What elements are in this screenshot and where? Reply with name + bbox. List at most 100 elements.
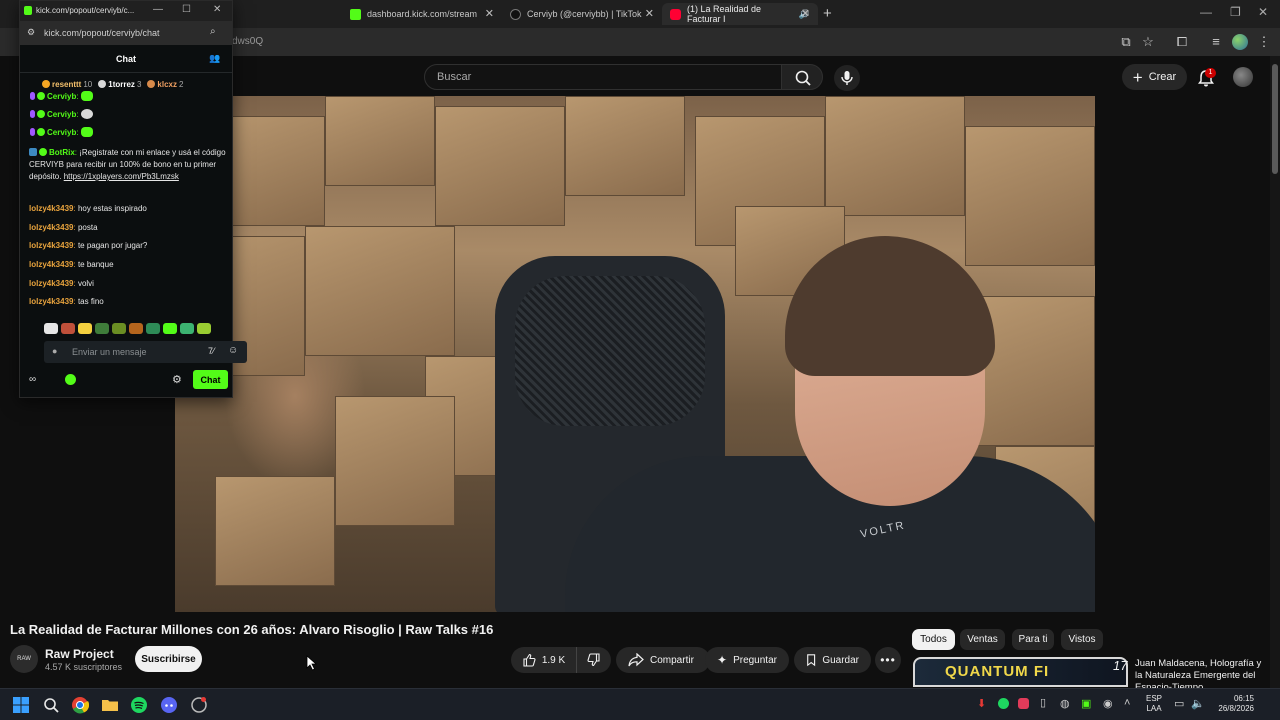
emote-shortcut-icon[interactable] (112, 322, 126, 334)
download-tray-icon[interactable]: ⬇ (977, 697, 986, 710)
chat-input-box[interactable]: ● Enviar un mensaje 7⁄ ☺ (44, 341, 247, 363)
extensions-icon[interactable]: ⧠ (1174, 34, 1190, 50)
chip-para-ti[interactable]: Para ti (1012, 629, 1054, 650)
chat-send-button[interactable]: Chat (193, 370, 228, 389)
screen-share-icon[interactable]: ⧉ (1118, 34, 1134, 50)
chat-username[interactable]: lolzy4k3439 (29, 204, 73, 213)
emote-shortcut-icon[interactable] (129, 322, 143, 334)
settings-gear-icon[interactable]: ⚙ (172, 373, 182, 386)
chip-vistos[interactable]: Vistos (1061, 629, 1103, 650)
user-avatar[interactable] (1233, 67, 1253, 87)
chat-username[interactable]: lolzy4k3439 (29, 241, 73, 250)
dislike-button[interactable] (577, 647, 611, 673)
chat-message[interactable]: lolzy4k3439: posta (29, 222, 227, 234)
subscribe-button[interactable]: Suscribirse (135, 646, 202, 672)
tab-youtube[interactable]: (1) La Realidad de Facturar I 🔊 ✕ (662, 3, 818, 25)
save-button[interactable]: Guardar (794, 647, 871, 673)
share-button[interactable]: Compartir (616, 647, 710, 673)
close-window-icon[interactable]: ✕ (1258, 5, 1268, 19)
recording-tray-icon[interactable] (1018, 698, 1029, 709)
input-language-indicator[interactable]: ESP LAA (1146, 694, 1162, 714)
close-tab-icon[interactable]: ✕ (645, 7, 654, 20)
chat-message[interactable]: lolzy4k3439: te pagan por jugar? (29, 240, 227, 252)
close-window-icon[interactable]: ✕ (213, 4, 221, 15)
leaderboard-entry[interactable]: klcxz 2 (147, 77, 183, 91)
chat-message[interactable]: lolzy4k3439: te banque (29, 259, 227, 271)
site-settings-icon[interactable]: ⚙ (27, 27, 35, 38)
search-box[interactable]: Buscar (424, 64, 782, 90)
windows-start-icon[interactable] (12, 696, 30, 714)
chip-todos[interactable]: Todos (912, 629, 955, 650)
emote-shortcut-icon[interactable] (197, 322, 211, 334)
scrollbar-thumb[interactable] (1272, 64, 1278, 174)
search-button[interactable] (781, 64, 823, 90)
battery-tray-icon[interactable]: ▯ (1040, 696, 1046, 709)
kick-points-icon[interactable] (65, 374, 76, 385)
search-input[interactable]: Buscar (437, 71, 471, 83)
emote-shortcut-icon[interactable] (146, 322, 160, 334)
close-tab-icon[interactable]: ✕ (485, 7, 494, 20)
leaderboard-entry[interactable]: resenttt 10 (42, 77, 92, 91)
minimize-icon[interactable]: — (1200, 5, 1212, 19)
chip-ventas[interactable]: Ventas (960, 629, 1005, 650)
infinity-points-icon[interactable]: ∞ (29, 374, 36, 385)
command-icon[interactable]: 7⁄ (208, 346, 215, 356)
emote-shortcut-icon[interactable] (44, 322, 58, 334)
show-hidden-icons[interactable]: ˄ (1124, 697, 1130, 709)
page-scrollbar[interactable] (1270, 56, 1280, 688)
nvidia-tray-icon[interactable]: ▣ (1081, 697, 1091, 710)
spotify-tray-icon[interactable] (998, 698, 1009, 709)
discord-icon[interactable] (160, 696, 178, 714)
search-icon[interactable] (42, 696, 60, 714)
emote-shortcut-icon[interactable] (163, 322, 177, 334)
chrome-icon[interactable] (71, 696, 89, 714)
chat-username[interactable]: lolzy4k3439 (29, 223, 73, 232)
chat-link[interactable]: https://1xplayers.com/Pb3Lmzsk (64, 172, 179, 181)
tab-tiktok[interactable]: Cerviyb (@cerviybb) | TikTok ✕ (502, 3, 662, 25)
users-icon[interactable]: 👥 (209, 53, 220, 64)
leaderboard-entry[interactable]: 1torrez 3 (98, 77, 141, 91)
chat-username[interactable]: BotRix (49, 148, 75, 157)
emote-shortcut-icon[interactable] (95, 322, 109, 334)
chat-message[interactable]: BotRix: ¡Registrate con mi enlace y usá … (29, 147, 227, 183)
app-launcher-icon[interactable] (190, 696, 208, 714)
chat-username[interactable]: Cerviyb (47, 110, 76, 119)
menu-dots-icon[interactable]: ⋮ (1256, 34, 1272, 50)
popout-url[interactable]: kick.com/popout/cerviyb/chat (44, 28, 160, 38)
chat-message[interactable]: lolzy4k3439: hoy estas inspirado (29, 203, 227, 215)
chat-username[interactable]: lolzy4k3439 (29, 260, 73, 269)
chat-message-list[interactable]: Cerviyb: Cerviyb: Cerviyb: BotRix: ¡Registr… (20, 91, 232, 317)
like-button[interactable]: 1.9 K (511, 647, 577, 673)
maximize-icon[interactable]: ❐ (1230, 5, 1241, 19)
url-text[interactable]: dws0Q (232, 36, 263, 47)
channel-name[interactable]: Raw Project (45, 647, 114, 661)
volume-tray-icon[interactable]: 🔈 (1191, 697, 1205, 710)
emote-shortcut-icon[interactable] (180, 322, 194, 334)
chat-input[interactable]: Enviar un mensaje (72, 347, 147, 357)
maximize-icon[interactable]: ☐ (182, 4, 191, 15)
minimize-icon[interactable]: — (153, 4, 163, 15)
discord-tray-icon[interactable]: ◉ (1103, 697, 1113, 710)
chat-username[interactable]: lolzy4k3439 (29, 279, 73, 288)
playlist-icon[interactable]: ≡ (1208, 34, 1224, 50)
close-tab-icon[interactable]: ✕ (801, 7, 810, 20)
taskbar-clock[interactable]: 06:15 26/8/2026 (1212, 694, 1254, 714)
file-explorer-icon[interactable] (101, 696, 119, 714)
chat-username[interactable]: Cerviyb (47, 92, 76, 101)
video-player[interactable]: VOLTR (175, 96, 1095, 612)
search-icon[interactable]: ⌕ (210, 26, 216, 37)
chat-message[interactable]: Cerviyb: (29, 109, 227, 121)
spotify-icon[interactable] (130, 696, 148, 714)
recommended-video-thumbnail[interactable]: QUANTUM FI (913, 657, 1128, 687)
more-actions-button[interactable]: ••• (875, 647, 901, 673)
chat-message[interactable]: lolzy4k3439: volvi (29, 278, 227, 290)
emoji-icon[interactable]: ☺ (228, 345, 238, 356)
bookmark-star-icon[interactable]: ☆ (1140, 34, 1156, 50)
ask-button[interactable]: ✦ Preguntar (705, 647, 789, 673)
chat-username[interactable]: Cerviyb (47, 128, 76, 137)
chat-message[interactable]: Cerviyb: (29, 91, 227, 103)
new-tab-icon[interactable]: + (823, 5, 832, 22)
chat-username[interactable]: lolzy4k3439 (29, 297, 73, 306)
chat-message[interactable]: lolzy4k3439: tas fino (29, 296, 227, 308)
tab-kick-dashboard[interactable]: dashboard.kick.com/stream ✕ (342, 3, 502, 25)
